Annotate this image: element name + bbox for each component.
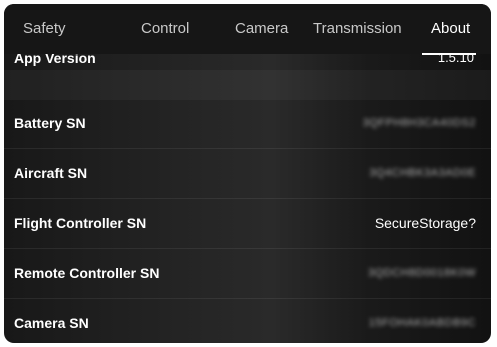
tab-transmission[interactable]: Transmission — [313, 20, 402, 37]
about-settings-screen: Safety Control Camera Transmission About… — [4, 4, 491, 343]
battery-sn-row: Battery SN 3QFPH8H3CA40DS2 — [4, 100, 491, 149]
remote-controller-sn-label: Remote Controller SN — [14, 265, 160, 281]
remote-controller-sn-value: 3QDCH8D0018K0W — [368, 267, 476, 279]
tab-control[interactable]: Control — [141, 20, 189, 37]
settings-tab-bar: Safety Control Camera Transmission About — [4, 4, 491, 55]
battery-sn-value: 3QFPH8H3CA40DS2 — [362, 117, 476, 129]
tab-camera[interactable]: Camera — [235, 20, 288, 37]
camera-sn-label: Camera SN — [14, 315, 89, 331]
remote-controller-sn-row: Remote Controller SN 3QDCH8D0018K0W — [4, 250, 491, 299]
active-tab-indicator — [422, 53, 476, 55]
flight-controller-sn-label: Flight Controller SN — [14, 215, 147, 231]
flight-controller-sn-value: SecureStorage? — [374, 215, 476, 231]
aircraft-sn-row: Aircraft SN 3Q4CHBK3A3AD0E — [4, 150, 491, 199]
tab-about[interactable]: About — [431, 20, 470, 37]
camera-sn-row: Camera SN 15FOHAK0ABDB9C — [4, 300, 491, 343]
tab-safety[interactable]: Safety — [23, 20, 66, 37]
section-divider — [4, 70, 491, 100]
aircraft-sn-value: 3Q4CHBK3A3AD0E — [369, 167, 476, 179]
camera-sn-value: 15FOHAK0ABDB9C — [368, 317, 476, 329]
flight-controller-sn-row: Flight Controller SN SecureStorage? — [4, 200, 491, 249]
battery-sn-label: Battery SN — [14, 115, 86, 131]
aircraft-sn-label: Aircraft SN — [14, 165, 88, 181]
